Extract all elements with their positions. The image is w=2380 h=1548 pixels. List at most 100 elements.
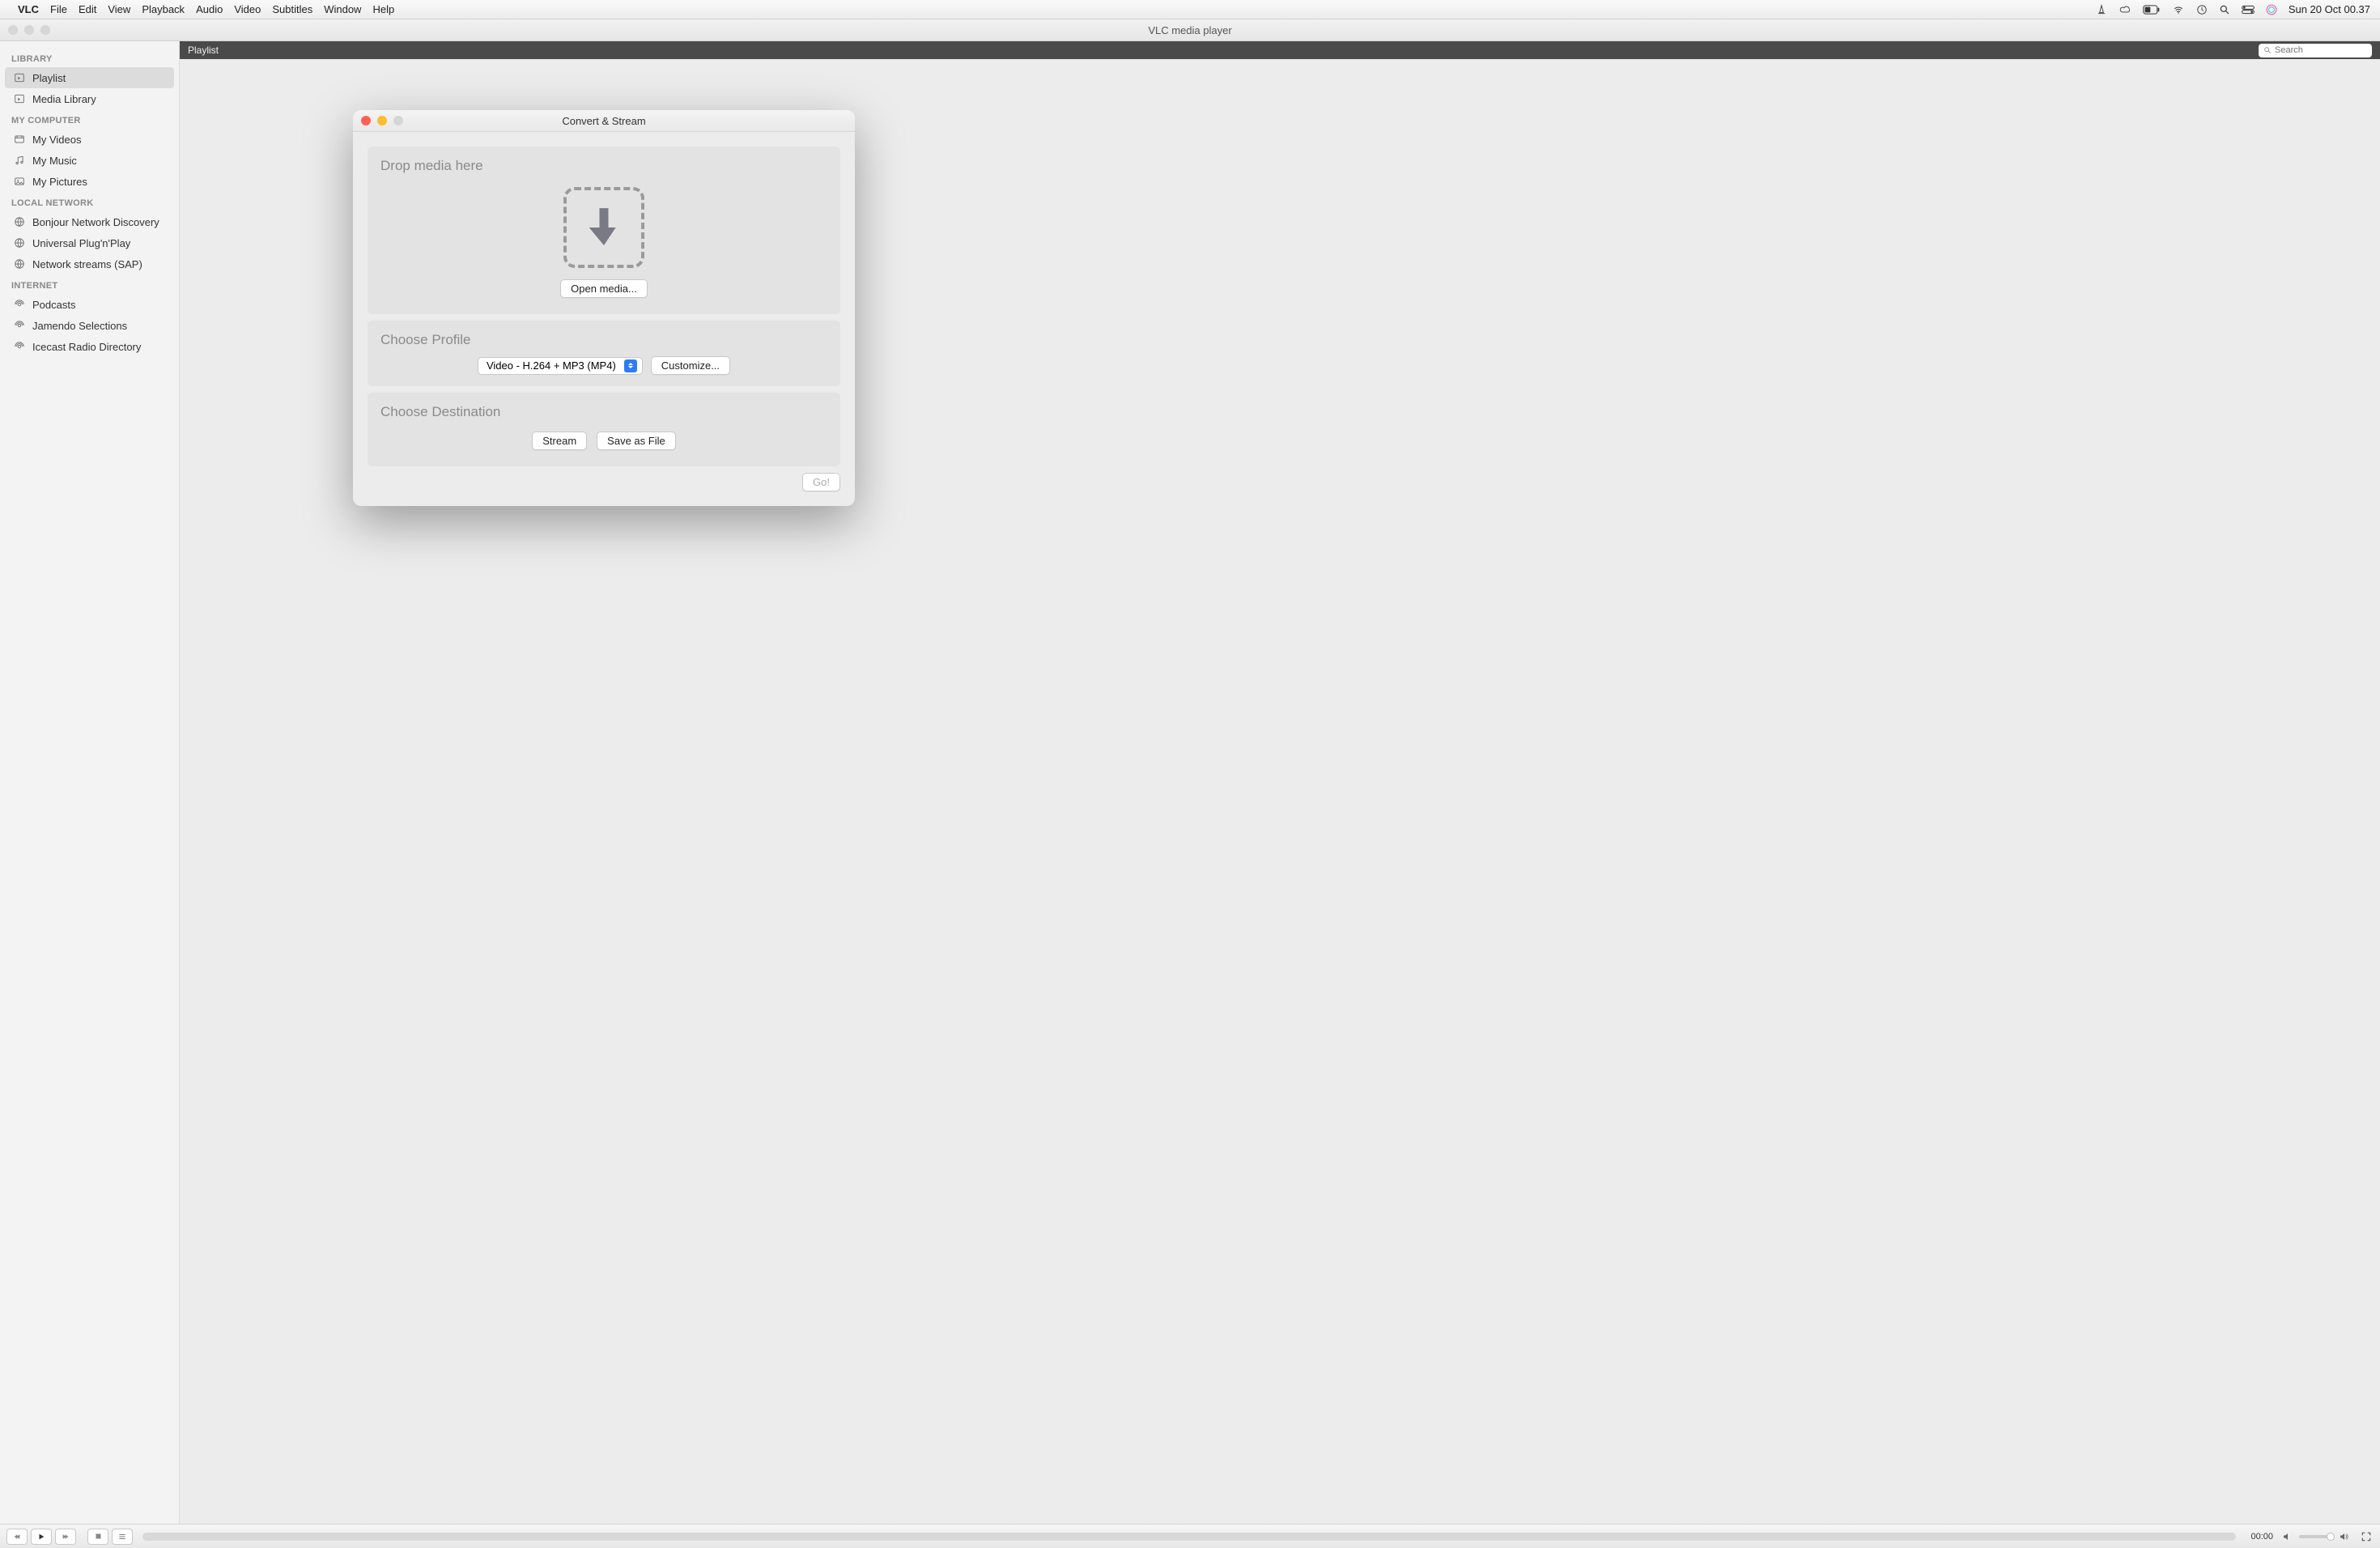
volume-low-icon (2281, 1532, 2293, 1542)
sidebar-item[interactable]: My Videos (5, 129, 174, 150)
go-button[interactable]: Go! (802, 473, 840, 491)
playlist-icon (13, 71, 26, 84)
control-center-icon[interactable] (2242, 5, 2255, 15)
podcast-icon (13, 298, 26, 311)
playlist-search-input[interactable] (2275, 45, 2367, 55)
menu-file[interactable]: File (50, 3, 67, 15)
menu-edit[interactable]: Edit (79, 3, 96, 15)
fullscreen-button[interactable] (2359, 1529, 2374, 1544)
volume-knob[interactable] (2327, 1533, 2335, 1541)
menu-audio[interactable]: Audio (196, 3, 223, 15)
stop-button[interactable] (87, 1529, 108, 1545)
sidebar-item[interactable]: Podcasts (5, 294, 174, 315)
playlist-header: Playlist (180, 41, 2380, 59)
sidebar-item[interactable]: Network streams (SAP) (5, 253, 174, 274)
sidebar-item[interactable]: Media Library (5, 88, 174, 109)
video-icon (13, 133, 26, 146)
sidebar-item-label: Bonjour Network Discovery (32, 216, 159, 228)
sidebar-item-label: Playlist (32, 72, 66, 84)
vlc-titlebar: VLC media player (0, 19, 2380, 41)
window-close-button[interactable] (8, 25, 18, 35)
sidebar-item-label: Podcasts (32, 299, 75, 311)
chevron-updown-icon (624, 359, 637, 372)
search-icon (2263, 46, 2272, 54)
choose-profile-panel: Choose Profile Video - H.264 + MP3 (MP4)… (368, 321, 840, 386)
sidebar-item-label: Icecast Radio Directory (32, 341, 141, 353)
menu-subtitles[interactable]: Subtitles (272, 3, 312, 15)
menu-playback[interactable]: Playback (142, 3, 185, 15)
globe-icon (13, 215, 26, 228)
playlist-icon (13, 92, 26, 105)
dialog-zoom-button[interactable] (393, 116, 403, 125)
drop-media-panel: Drop media here Open media... (368, 147, 840, 314)
play-button[interactable] (31, 1529, 52, 1545)
menu-view[interactable]: View (108, 3, 130, 15)
sidebar-section-header: LOCAL NETWORK (5, 192, 174, 211)
volume-high-icon (2338, 1532, 2349, 1542)
podcast-icon (13, 319, 26, 332)
menu-video[interactable]: Video (234, 3, 261, 15)
sidebar-item-label: Universal Plug'n'Play (32, 237, 130, 249)
choose-destination-panel: Choose Destination Stream Save as File (368, 393, 840, 466)
dialog-minimize-button[interactable] (377, 116, 387, 125)
sidebar-item-label: Jamendo Selections (32, 320, 127, 332)
siri-icon[interactable] (2266, 4, 2277, 15)
next-button[interactable] (55, 1529, 76, 1545)
sidebar-item-label: Media Library (32, 93, 96, 105)
window-title: VLC media player (0, 24, 2380, 36)
sidebar-section-header: LIBRARY (5, 48, 174, 67)
seek-bar[interactable] (142, 1533, 2236, 1541)
timemachine-icon[interactable] (2196, 4, 2208, 15)
spotlight-icon[interactable] (2219, 4, 2230, 15)
playback-controls: 00:00 (0, 1524, 2380, 1548)
creative-cloud-icon[interactable] (2119, 4, 2131, 15)
open-media-button[interactable]: Open media... (560, 279, 648, 298)
sidebar-item[interactable]: Icecast Radio Directory (5, 336, 174, 357)
sidebar-section-header: INTERNET (5, 274, 174, 294)
menubar-clock[interactable]: Sun 20 Oct 00.37 (2289, 3, 2370, 15)
dialog-close-button[interactable] (361, 116, 371, 125)
profile-select[interactable]: Video - H.264 + MP3 (MP4) (478, 357, 643, 375)
sidebar-item[interactable]: Bonjour Network Discovery (5, 211, 174, 232)
profile-select-value: Video - H.264 + MP3 (MP4) (487, 359, 616, 372)
vlc-tray-icon[interactable] (2096, 4, 2107, 15)
globe-icon (13, 236, 26, 249)
drop-target[interactable] (563, 187, 644, 268)
customize-button[interactable]: Customize... (651, 356, 730, 375)
sidebar-section-header: MY COMPUTER (5, 109, 174, 129)
battery-icon[interactable] (2143, 5, 2161, 15)
sidebar-item[interactable]: Playlist (5, 67, 174, 88)
globe-icon (13, 257, 26, 270)
menu-window[interactable]: Window (324, 3, 361, 15)
playlist-header-title: Playlist (188, 45, 219, 56)
sidebar-item-label: My Pictures (32, 176, 87, 188)
sidebar-item[interactable]: My Pictures (5, 171, 174, 192)
macos-menubar: VLC File Edit View Playback Audio Video … (0, 0, 2380, 19)
drop-media-title: Drop media here (380, 158, 827, 174)
window-traffic-lights (0, 25, 50, 35)
app-name[interactable]: VLC (18, 3, 39, 15)
sidebar-item[interactable]: Universal Plug'n'Play (5, 232, 174, 253)
sidebar-item[interactable]: My Music (5, 150, 174, 171)
arrow-down-icon (586, 205, 622, 250)
window-zoom-button[interactable] (40, 25, 50, 35)
sidebar: LIBRARY Playlist Media Library MY COMPUTER M… (0, 41, 180, 1524)
choose-profile-title: Choose Profile (380, 332, 827, 348)
save-as-file-button[interactable]: Save as File (597, 432, 676, 450)
sidebar-item-label: My Videos (32, 134, 81, 146)
time-display: 00:00 (2250, 1532, 2273, 1542)
sidebar-item[interactable]: Jamendo Selections (5, 315, 174, 336)
dialog-title: Convert & Stream (353, 115, 855, 127)
window-minimize-button[interactable] (24, 25, 34, 35)
wifi-icon[interactable] (2172, 5, 2185, 15)
sidebar-item-label: Network streams (SAP) (32, 258, 142, 270)
playlist-search[interactable] (2259, 44, 2372, 57)
dialog-titlebar: Convert & Stream (353, 110, 855, 132)
prev-button[interactable] (6, 1529, 28, 1545)
menu-help[interactable]: Help (372, 3, 394, 15)
sidebar-item-label: My Music (32, 155, 77, 167)
playlist-toggle-button[interactable] (112, 1529, 133, 1545)
convert-stream-dialog: Convert & Stream Drop media here Open me… (353, 110, 855, 506)
stream-button[interactable]: Stream (532, 432, 587, 450)
volume-slider[interactable] (2299, 1535, 2331, 1538)
